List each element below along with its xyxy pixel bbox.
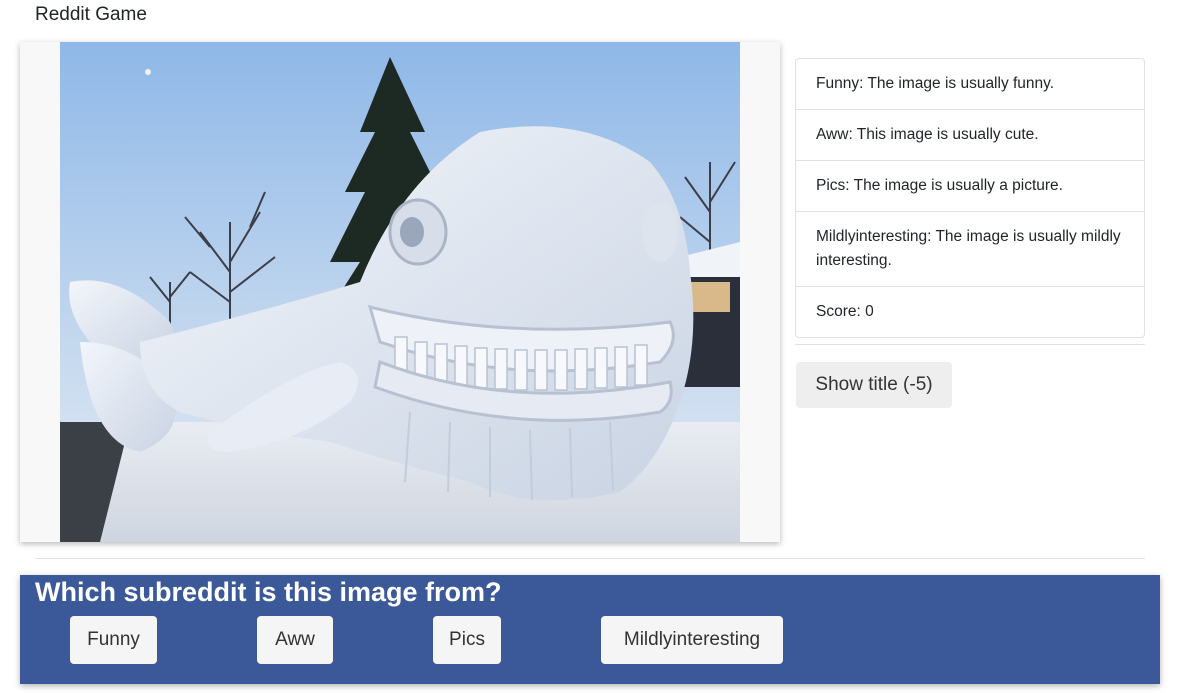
divider (35, 558, 1145, 559)
hint-funny: Funny: The image is usually funny. (796, 59, 1144, 110)
hint-aww: Aww: This image is usually cute. (796, 110, 1144, 161)
subreddit-image (60, 42, 740, 542)
show-title-button[interactable]: Show title (-5) (796, 362, 952, 408)
answer-button-pics[interactable]: Pics (433, 616, 501, 664)
score-display: Score: 0 (816, 303, 874, 320)
question-panel: Which subreddit is this image from? Funn… (20, 575, 1160, 684)
answer-button-aww[interactable]: Aww (257, 616, 333, 664)
divider (795, 344, 1145, 345)
page: Reddit Game Funny: The image is usually … (0, 0, 1177, 693)
hint-mildlyinteresting: Mildlyinteresting: The image is usually … (796, 212, 1144, 287)
image-card (20, 42, 780, 542)
hint-pics: Pics: The image is usually a picture. (796, 161, 1144, 212)
hint-list: Funny: The image is usually funny. Aww: … (795, 58, 1145, 338)
question-text: Which subreddit is this image from? (35, 577, 502, 607)
answer-button-funny[interactable]: Funny (70, 616, 157, 664)
answer-button-mildlyinteresting[interactable]: Mildlyinteresting (601, 616, 783, 664)
app-title: Reddit Game (35, 4, 147, 25)
